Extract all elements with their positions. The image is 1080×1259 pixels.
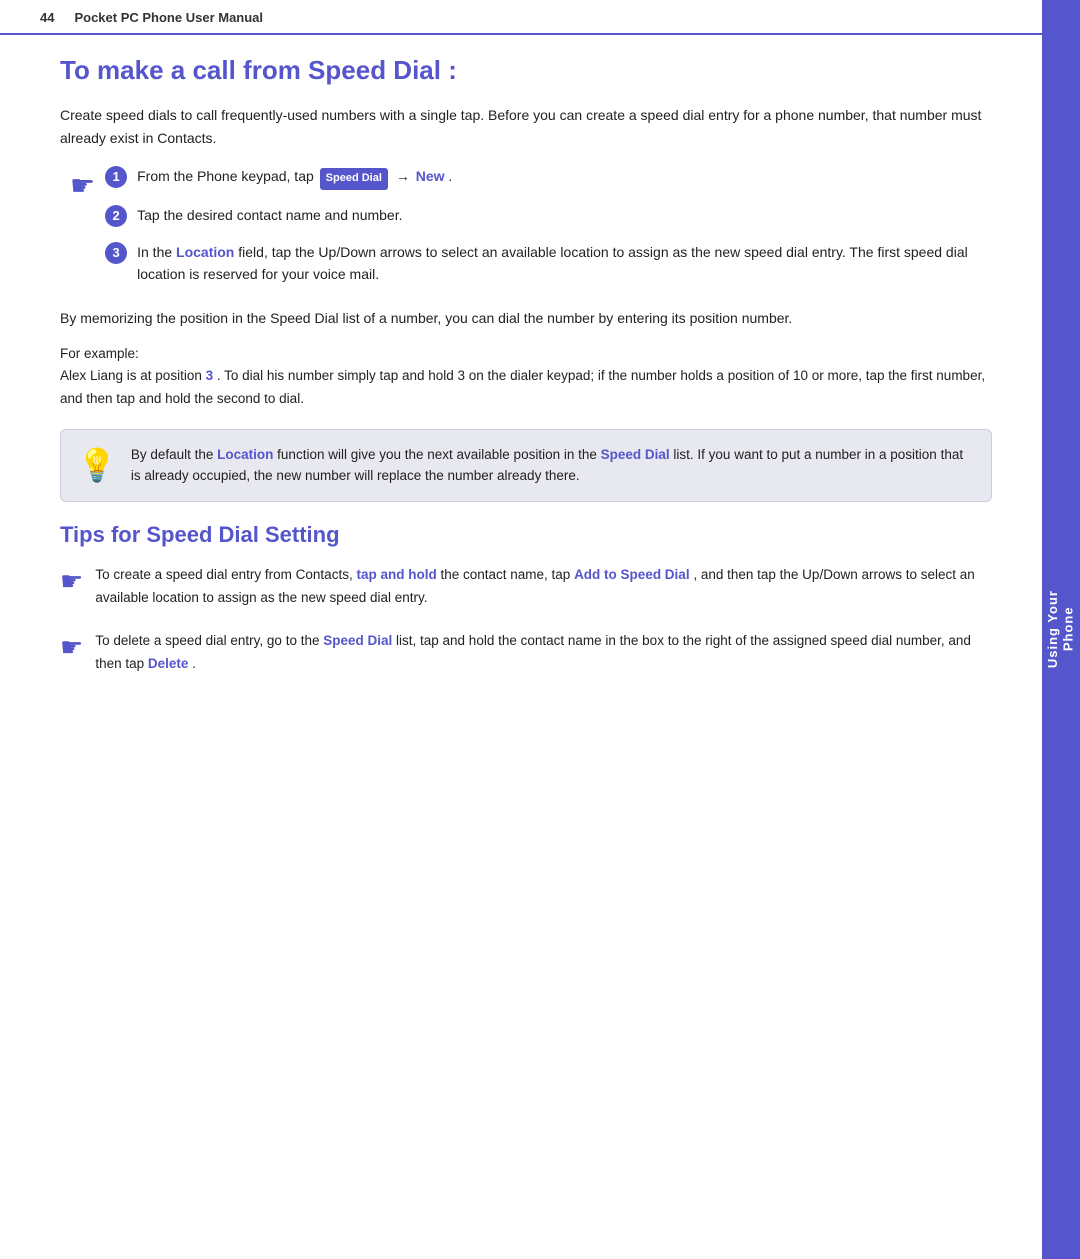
tip-1-text: To create a speed dial entry from Contac…	[95, 564, 992, 610]
steps-container: ☛ 1 From the Phone keypad, tap Speed Dia…	[70, 165, 992, 299]
add-to-speed-link: Add to Speed Dial	[574, 567, 690, 582]
step-number-3: 3	[105, 242, 127, 264]
example-section: For example: Alex Liang is at position 3…	[60, 346, 992, 411]
step-number-2: 2	[105, 205, 127, 227]
speed-dial-link-infobox: Speed Dial	[601, 447, 670, 462]
tip2-period: .	[192, 656, 196, 671]
position-number: 3	[206, 368, 214, 383]
tip-1: ☛ To create a speed dial entry from Cont…	[60, 564, 992, 610]
lightbulb-icon: 💡	[77, 446, 117, 484]
page-wrapper: Using YourPhone 44 Pocket PC Phone User …	[0, 0, 1080, 1259]
step-1: 1 From the Phone keypad, tap Speed Dial …	[105, 165, 992, 190]
delete-link: Delete	[148, 656, 189, 671]
page-header: 44 Pocket PC Phone User Manual	[0, 0, 1042, 35]
content-area: To make a call from Speed Dial : Create …	[0, 35, 1042, 716]
hand-icon: ☛	[70, 169, 95, 299]
tip1-hand-icon: ☛	[60, 566, 83, 597]
speed-dial-link-tip2: Speed Dial	[323, 633, 392, 648]
tap-hold-link: tap and hold	[356, 567, 436, 582]
step3-in-the: In the	[137, 244, 176, 260]
position-main-text: By memorizing the position in the Speed …	[60, 307, 992, 329]
step-3: 3 In the Location field, tap the Up/Down…	[105, 241, 992, 286]
step-2: 2 Tap the desired contact name and numbe…	[105, 204, 992, 227]
steps-list: 1 From the Phone keypad, tap Speed Dial …	[105, 165, 992, 299]
example-detail: Alex Liang is at position	[60, 368, 202, 383]
arrow: →	[396, 168, 414, 184]
speed-dial-button-label: Speed Dial	[320, 168, 388, 190]
tip1-to-create: To create a speed dial entry from Contac…	[95, 567, 356, 582]
side-tab-text: Using YourPhone	[1045, 590, 1076, 668]
info-box-text: By default the Location function will gi…	[131, 444, 975, 487]
for-example-label: For example:	[60, 346, 992, 361]
section2-heading: Tips for Speed Dial Setting	[60, 522, 992, 548]
info-box: 💡 By default the Location function will …	[60, 429, 992, 502]
tip1-contact-name: the contact name, tap	[440, 567, 574, 582]
tip2-to-delete: To delete a speed dial entry, go to the	[95, 633, 323, 648]
tip-2: ☛ To delete a speed dial entry, go to th…	[60, 630, 992, 676]
manual-title: Pocket PC Phone User Manual	[74, 10, 263, 25]
step1-before: From the Phone keypad, tap	[137, 168, 318, 184]
step1-period: .	[448, 168, 452, 184]
infobox-by-default: By default the	[131, 447, 217, 462]
step3-rest: field, tap the Up/Down arrows to select …	[137, 244, 968, 282]
step-3-text: In the Location field, tap the Up/Down a…	[137, 241, 992, 286]
step-number-1: 1	[105, 166, 127, 188]
new-link: New	[416, 168, 445, 184]
tip2-hand-icon: ☛	[60, 632, 83, 663]
section1-heading: To make a call from Speed Dial :	[60, 55, 992, 86]
tip-2-text: To delete a speed dial entry, go to the …	[95, 630, 992, 676]
step-1-text: From the Phone keypad, tap Speed Dial → …	[137, 165, 992, 190]
section1-intro: Create speed dials to call frequently-us…	[60, 104, 992, 149]
side-tab: Using YourPhone	[1042, 0, 1080, 1259]
main-content: 44 Pocket PC Phone User Manual To make a…	[0, 0, 1042, 1259]
example-text: Alex Liang is at position 3 . To dial hi…	[60, 365, 992, 411]
location-link-step3: Location	[176, 244, 234, 260]
location-link-infobox: Location	[217, 447, 273, 462]
infobox-function: function will give you the next availabl…	[277, 447, 600, 462]
step-2-text: Tap the desired contact name and number.	[137, 204, 992, 226]
page-number: 44	[40, 10, 54, 25]
